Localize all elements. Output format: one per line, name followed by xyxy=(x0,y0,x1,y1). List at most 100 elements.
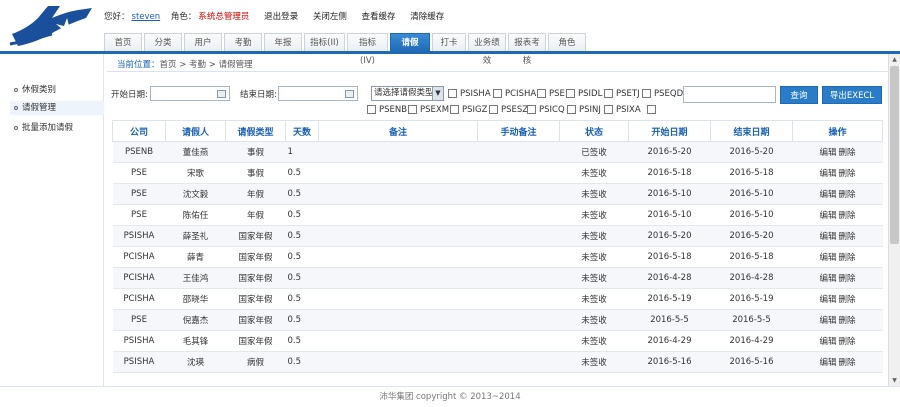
checkbox-psixa[interactable]: PSIXA xyxy=(604,104,641,116)
table-row: PSISHA 薛圣礼 国家年假 0.5 未签收 2016-5-20 2016-5-20 编辑删… xyxy=(112,225,883,247)
edit-link[interactable]: 编辑 xyxy=(819,358,836,368)
edit-link[interactable]: 编辑 xyxy=(819,169,836,179)
checkbox-box[interactable] xyxy=(527,105,536,114)
tab-category[interactable]: 分类 xyxy=(144,33,182,52)
start-date-input[interactable] xyxy=(150,86,230,101)
scroll-thumb[interactable] xyxy=(890,66,899,244)
cell-days: 0.5 xyxy=(285,225,319,247)
delete-link[interactable]: 删除 xyxy=(839,148,856,158)
checkbox-box[interactable] xyxy=(647,105,656,114)
checkbox-psigz[interactable]: PSIGZ xyxy=(450,104,487,116)
checkbox-psidl[interactable]: PSIDL xyxy=(566,88,602,100)
checkbox-psinj[interactable]: PSINJ xyxy=(567,104,601,116)
tab-attendance[interactable]: 考勤 xyxy=(224,33,262,52)
checkbox-box[interactable] xyxy=(489,105,498,114)
col-end-date[interactable]: 结束日期 xyxy=(710,120,793,142)
delete-link[interactable]: 删除 xyxy=(839,253,856,263)
username-link[interactable]: steven xyxy=(132,12,161,22)
tab-leave[interactable]: 请假 xyxy=(390,33,430,52)
checkbox-pse[interactable]: PSE xyxy=(537,88,565,100)
checkbox-box[interactable] xyxy=(604,105,613,114)
col-company[interactable]: 公司 xyxy=(112,120,166,142)
edit-link[interactable]: 编辑 xyxy=(819,211,836,221)
tab-index-ii[interactable]: 指标(II) xyxy=(304,33,345,52)
delete-link[interactable]: 删除 xyxy=(839,211,856,221)
checkbox-box[interactable] xyxy=(567,105,576,114)
checkbox-box[interactable] xyxy=(408,105,417,114)
col-applicant[interactable]: 请假人 xyxy=(165,120,226,142)
bullet-icon xyxy=(14,125,18,130)
sidebar-item-leave-management[interactable]: 请假管理 xyxy=(10,101,104,115)
delete-link[interactable]: 删除 xyxy=(839,169,856,179)
calendar-icon[interactable] xyxy=(217,90,226,98)
delete-link[interactable]: 删除 xyxy=(839,274,856,284)
edit-link[interactable]: 编辑 xyxy=(819,295,836,305)
checkbox-box[interactable] xyxy=(566,89,575,98)
delete-link[interactable]: 删除 xyxy=(839,358,856,368)
checkbox-box[interactable] xyxy=(450,105,459,114)
cell-days: 0.5 xyxy=(285,204,319,226)
end-date-input[interactable] xyxy=(278,86,358,101)
delete-link[interactable]: 删除 xyxy=(839,316,856,326)
delete-link[interactable]: 删除 xyxy=(839,232,856,242)
cell-leave-type: 国家年假 xyxy=(225,246,286,268)
delete-link[interactable]: 删除 xyxy=(839,190,856,200)
checkbox-psenb[interactable]: PSENB xyxy=(367,104,407,116)
cell-actions: 编辑 删除 xyxy=(792,267,883,289)
scroll-down-icon[interactable]: ▼ xyxy=(889,375,900,386)
tab-performance[interactable]: 业务绩效 xyxy=(468,33,506,66)
checkbox-box[interactable] xyxy=(493,89,502,98)
leave-type-select[interactable]: 请选择请假类型 ▼ xyxy=(371,86,444,101)
checkbox-box[interactable] xyxy=(604,89,613,98)
delete-link[interactable]: 删除 xyxy=(839,295,856,305)
checkbox-psetj[interactable]: PSETJ xyxy=(604,88,640,100)
edit-link[interactable]: 编辑 xyxy=(819,148,836,158)
checkbox-extra[interactable] xyxy=(647,104,656,116)
calendar-icon[interactable] xyxy=(345,90,354,98)
search-input[interactable] xyxy=(683,86,776,103)
search-button[interactable]: 查询 xyxy=(780,86,818,104)
checkbox-pcisha[interactable]: PCISHA xyxy=(493,88,536,100)
tab-index-iv[interactable]: 指标(IV) xyxy=(347,33,388,66)
tab-roles[interactable]: 角色 xyxy=(548,33,586,52)
close-left-link[interactable]: 关闭左侧 xyxy=(313,12,347,22)
vertical-scrollbar[interactable]: ▲ ▼ xyxy=(888,54,900,386)
tab-annual-report[interactable]: 年报 xyxy=(264,33,302,52)
sidebar-item-leave-types[interactable]: 休假类别 xyxy=(14,83,56,97)
edit-link[interactable]: 编辑 xyxy=(819,337,836,347)
checkbox-psesz[interactable]: PSESZ xyxy=(489,104,528,116)
checkbox-box[interactable] xyxy=(448,89,457,98)
tab-report-assessment[interactable]: 报表考核 xyxy=(508,33,546,66)
col-days[interactable]: 天数 xyxy=(285,120,319,142)
scroll-up-icon[interactable]: ▲ xyxy=(889,54,900,65)
cell-days: 0.5 xyxy=(285,330,319,352)
clear-cache-link[interactable]: 清除缓存 xyxy=(410,12,444,22)
checkbox-psicq[interactable]: PSICQ xyxy=(527,104,565,116)
tab-clock-in[interactable]: 打卡 xyxy=(432,33,466,52)
checkbox-box[interactable] xyxy=(537,89,546,98)
col-manual-remarks[interactable]: 手动备注 xyxy=(477,120,560,142)
sidebar-item-batch-add-leave[interactable]: 批量添加请假 xyxy=(14,121,73,135)
checkbox-label: PSESZ xyxy=(501,105,529,115)
edit-link[interactable]: 编辑 xyxy=(819,190,836,200)
col-start-date[interactable]: 开始日期 xyxy=(628,120,711,142)
col-status[interactable]: 状态 xyxy=(559,120,629,142)
delete-link[interactable]: 删除 xyxy=(839,337,856,347)
checkbox-box[interactable] xyxy=(642,89,651,98)
checkbox-pseqd[interactable]: PSEQD xyxy=(642,88,683,100)
edit-link[interactable]: 编辑 xyxy=(819,232,836,242)
checkbox-psexm[interactable]: PSEXM xyxy=(408,104,449,116)
export-excel-button[interactable]: 导出EXECL xyxy=(822,86,882,104)
cell-days: 0.5 xyxy=(285,351,319,373)
checkbox-box[interactable] xyxy=(367,105,376,114)
col-leave-type[interactable]: 请假类型 xyxy=(225,120,286,142)
edit-link[interactable]: 编辑 xyxy=(819,316,836,326)
tab-home[interactable]: 首页 xyxy=(104,33,142,52)
logout-link[interactable]: 退出登录 xyxy=(264,12,298,22)
edit-link[interactable]: 编辑 xyxy=(819,274,836,284)
checkbox-psisha[interactable]: PSISHA xyxy=(448,88,491,100)
tab-users[interactable]: 用户 xyxy=(184,33,222,52)
col-remarks[interactable]: 备注 xyxy=(318,120,478,142)
view-cache-link[interactable]: 查看缓存 xyxy=(362,12,396,22)
edit-link[interactable]: 编辑 xyxy=(819,253,836,263)
